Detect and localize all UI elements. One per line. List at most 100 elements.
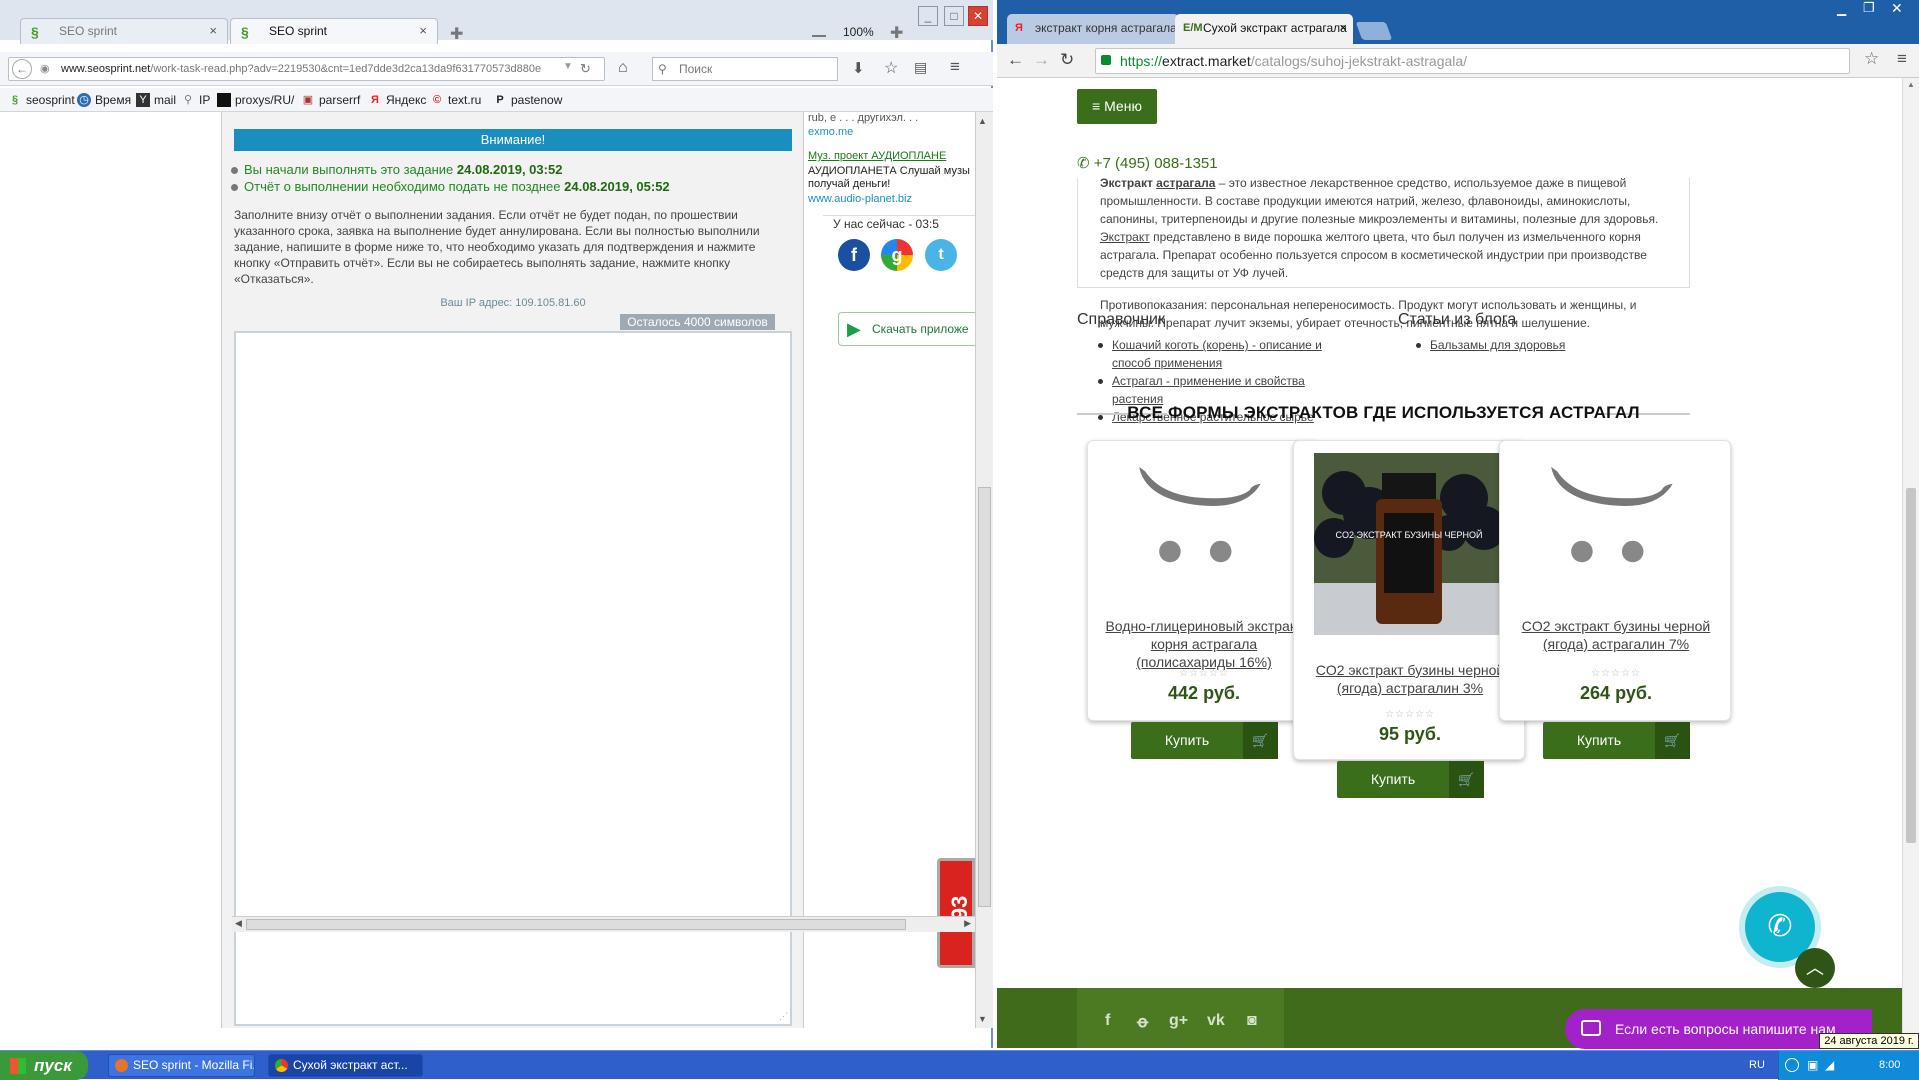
close-icon[interactable]: × (1339, 14, 1347, 42)
scrollbar-thumb[interactable] (1906, 488, 1916, 843)
tab-seosprint-1[interactable]: § SEO sprint × (20, 18, 228, 44)
scroll-up-icon[interactable]: ▲ (1907, 80, 1915, 89)
tray-arrow-icon[interactable] (1785, 1058, 1799, 1072)
bookmark-star-icon[interactable]: ☆ (1864, 49, 1879, 69)
back-arrow-icon[interactable]: ← (1007, 50, 1024, 70)
language-indicator[interactable]: RU (1749, 1059, 1765, 1071)
vk-icon[interactable]: vk (1207, 1012, 1225, 1030)
scroll-down-icon[interactable]: ▼ (978, 1014, 987, 1024)
new-tab-icon[interactable]: ✚ (450, 24, 463, 44)
product-name[interactable]: Водно-глицериновый экстракт корня астраг… (1100, 617, 1308, 671)
clipboard-icon[interactable]: ▤ (914, 59, 927, 76)
bookmark-textru[interactable]: © text.ru (430, 88, 481, 112)
bookmark-star-icon[interactable]: ☆ (884, 58, 898, 78)
close-icon[interactable]: × (419, 19, 427, 43)
home-icon[interactable]: ⌂ (618, 59, 628, 77)
ad-link[interactable]: exmo.me (808, 126, 853, 138)
download-icon[interactable]: ⬇ (852, 59, 865, 77)
odnoklassniki-icon[interactable]: ꝋ (1137, 1012, 1148, 1032)
scroll-up-icon[interactable]: ▲ (978, 116, 987, 126)
product-price: 95 руб. (1379, 724, 1441, 744)
clock[interactable]: 8:00 (1879, 1051, 1900, 1080)
bookmark-mail[interactable]: Ymail (136, 88, 176, 112)
hamburger-menu-icon[interactable]: ≡ (950, 57, 960, 77)
ad-title[interactable]: Муз. проект АУДИОПЛАНЕ (808, 150, 946, 162)
ad-text: rub, e . . . другихэл. . . (808, 112, 919, 124)
description-text: Экстракт астрагала – это известное лекар… (1100, 176, 1659, 280)
phone-number[interactable]: ✆ +7 (495) 088-1351 (1077, 154, 1218, 172)
horizontal-scrollbar[interactable]: ◀ ▶ (232, 916, 975, 932)
taskbar: пуск SEO sprint - Mozilla Fi... Сухой эк… (0, 1050, 1919, 1080)
buy-button[interactable]: Купить 🛒 (1543, 722, 1690, 759)
maximize-button[interactable]: ❐ (1863, 0, 1875, 16)
product-name[interactable]: CO2 экстракт бузины черной (ягода) астра… (1306, 661, 1514, 697)
chrome-menu-icon[interactable]: ≡ (1897, 49, 1907, 69)
volume-icon[interactable]: ◢ (1825, 1051, 1834, 1080)
tab-seosprint-2[interactable]: § SEO sprint × (230, 18, 438, 44)
back-arrow-icon[interactable]: ← (12, 59, 32, 79)
bookmark-parserrf[interactable]: ▣ parserrf (301, 88, 361, 112)
bookmark-ip[interactable]: ⚲ IP (181, 88, 210, 112)
vertical-scrollbar[interactable]: ▲ ▼ (975, 112, 993, 1028)
system-tray: ▣ ◢ 8:00 (1778, 1051, 1919, 1080)
close-icon[interactable]: × (209, 19, 217, 43)
instagram-icon[interactable]: ◙ (1247, 1012, 1257, 1030)
buy-button[interactable]: Купить 🛒 (1131, 722, 1278, 759)
twitter-icon[interactable]: t (925, 239, 957, 271)
scroll-right-icon[interactable]: ▶ (964, 918, 971, 929)
scrollbar-thumb[interactable] (246, 919, 906, 930)
product-name[interactable]: CO2 экстракт бузины черной (ягода) астра… (1512, 617, 1720, 653)
new-tab-button[interactable] (1355, 22, 1393, 40)
network-icon[interactable]: ▣ (1807, 1051, 1818, 1080)
bookmark-proxys[interactable]: proxys/RU/ (217, 88, 294, 112)
facebook-icon[interactable]: f (1105, 1012, 1110, 1030)
bookmark-seosprint[interactable]: § seosprint (8, 88, 75, 112)
url-field[interactable]: www.seosprint.net/work-task-read.php?adv… (8, 57, 605, 81)
started-notice: Вы начали выполнять это задание 24.08.20… (230, 162, 563, 177)
bookmark-time[interactable]: ◷ Время (77, 88, 131, 112)
ad-link[interactable]: www.audio-planet.biz (808, 193, 912, 205)
zoom-out-icon[interactable] (812, 35, 826, 37)
minimize-button[interactable]: ▁ (1837, 2, 1846, 16)
resize-grip-icon[interactable]: ⋰ (779, 1011, 788, 1022)
close-window-button[interactable]: ✕ (1891, 0, 1903, 17)
google-icon[interactable]: g (881, 239, 913, 271)
url-field[interactable]: https://extract.market/catalogs/suhoj-je… (1095, 48, 1850, 74)
divider (823, 215, 975, 216)
taskbar-item-chrome[interactable]: Сухой экстракт аст... (268, 1054, 423, 1077)
bookmark-yandex[interactable]: Я Яндекс (368, 88, 426, 112)
dropdown-arrow-icon[interactable]: ▼ (563, 61, 573, 72)
zoom-in-icon[interactable]: ✚ (890, 23, 903, 43)
online-now-label: У нас сейчас - 03:5 (833, 217, 939, 231)
menu-button[interactable]: ≡ Меню (1077, 89, 1157, 124)
scroll-left-icon[interactable]: ◀ (235, 918, 242, 929)
scrollbar-thumb[interactable] (978, 487, 991, 907)
forward-arrow-icon[interactable]: → (1033, 50, 1050, 70)
google-plus-icon[interactable]: g+ (1169, 1012, 1188, 1030)
search-input[interactable]: Поиск (652, 57, 838, 81)
bookmark-pastenow[interactable]: Ppastenow (493, 88, 562, 112)
chars-remaining-badge: Осталось 4000 символов (620, 314, 775, 330)
facebook-icon[interactable]: f (838, 239, 870, 271)
maximize-button[interactable]: □ (944, 6, 964, 26)
deadline-notice: Отчёт о выполнении необходимо подать не … (231, 179, 670, 194)
tab-extract-market[interactable]: E/M Сухой экстракт астрагала × (1175, 14, 1353, 44)
reload-icon[interactable]: ↻ (580, 61, 591, 77)
close-window-button[interactable]: ✕ (968, 6, 988, 26)
scroll-top-button[interactable]: ︿ (1795, 948, 1835, 988)
zoom-level[interactable]: 100% (843, 25, 874, 39)
buy-button[interactable]: Купить 🛒 (1337, 761, 1484, 798)
firefox-window: § SEO sprint × § SEO sprint × ✚ 100% ✚ _… (0, 0, 993, 1048)
minimize-button[interactable]: _ (918, 6, 938, 26)
rating-stars: ☆☆☆☆☆ (1591, 668, 1641, 679)
tab-yandex-search[interactable]: Я экстракт корня астрагала (1007, 14, 1179, 44)
extract-link[interactable]: Экстракт (1100, 230, 1150, 244)
astragal-link[interactable]: астрагала (1156, 176, 1215, 190)
taskbar-item-firefox[interactable]: SEO sprint - Mozilla Fi... (108, 1054, 255, 1077)
start-button[interactable]: пуск (0, 1051, 88, 1080)
vertical-scrollbar[interactable]: ▲ ▼ (1902, 78, 1919, 1048)
product-card: CO2 экстракт бузины черной (ягода) астра… (1499, 440, 1731, 759)
reload-icon[interactable]: ↻ (1060, 50, 1074, 70)
download-app-button[interactable]: ▶ Скачать приложе (838, 312, 975, 346)
unread-count-badge[interactable]: 393 (937, 858, 975, 968)
